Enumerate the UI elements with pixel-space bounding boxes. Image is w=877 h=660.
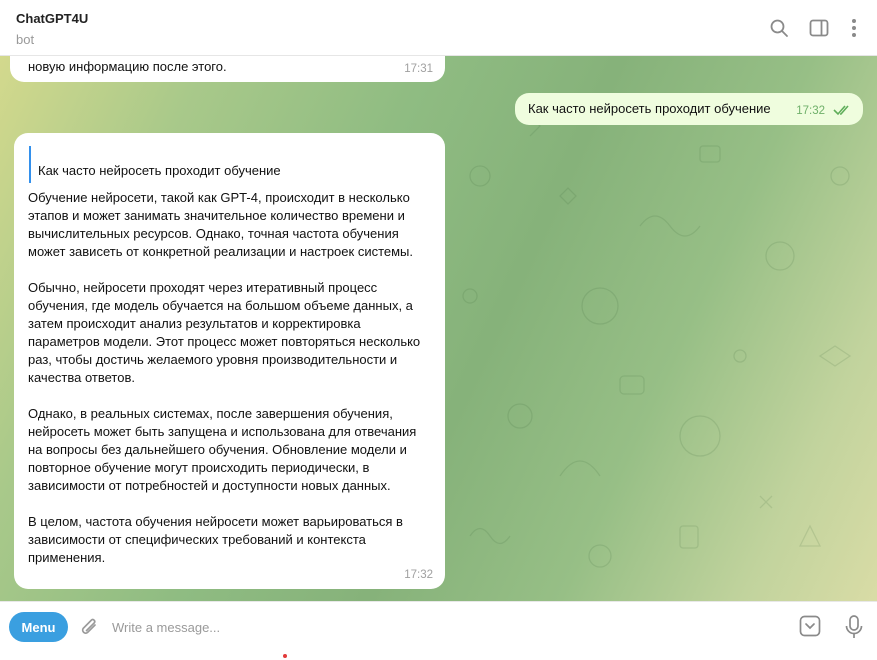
message-text: новую информацию после этого. <box>28 59 227 74</box>
paperclip-icon[interactable] <box>79 616 101 640</box>
message-paragraph: Обучение нейросети, такой как GPT-4, про… <box>28 190 414 259</box>
message-paragraph: Обычно, нейросети проходят через итерати… <box>28 280 421 385</box>
message-time: 17:32 <box>796 105 825 117</box>
message-time: 17:31 <box>404 63 433 75</box>
microphone-icon[interactable] <box>843 614 865 640</box>
message-paragraph: В целом, частота обучения нейросети може… <box>28 514 403 565</box>
chat-title[interactable]: ChatGPT4U <box>16 11 88 26</box>
message-paragraph: Однако, в реальных системах, после завер… <box>28 406 417 493</box>
reply-quote-text: Как часто нейросеть проходит обучение <box>38 163 281 178</box>
message-composer: Menu <box>0 601 877 660</box>
message-list[interactable]: новую информацию после этого. 17:31 Как … <box>0 56 877 601</box>
chat-header: ChatGPT4U bot <box>0 0 877 56</box>
message-text: Как часто нейросеть проходит обучение <box>528 101 771 116</box>
search-icon[interactable] <box>767 16 791 40</box>
bot-commands-icon[interactable] <box>799 615 821 637</box>
indicator-dot <box>283 654 287 658</box>
message-bubble-incoming[interactable]: новую информацию после этого. 17:31 <box>10 56 445 82</box>
message-time: 17:32 <box>404 569 433 581</box>
chat-status: bot <box>16 32 35 47</box>
message-bubble-incoming[interactable]: Как часто нейросеть проходит обучение Об… <box>14 133 445 589</box>
message-bubble-outgoing[interactable]: Как часто нейросеть проходит обучение 17… <box>515 93 863 125</box>
message-input[interactable] <box>112 615 772 639</box>
reply-quote[interactable]: Как часто нейросеть проходит обучение <box>29 146 431 183</box>
sidebar-toggle-icon[interactable] <box>807 16 831 40</box>
bot-menu-button[interactable]: Menu <box>9 612 68 642</box>
double-check-icon <box>833 103 853 121</box>
more-vertical-icon[interactable] <box>842 16 866 40</box>
